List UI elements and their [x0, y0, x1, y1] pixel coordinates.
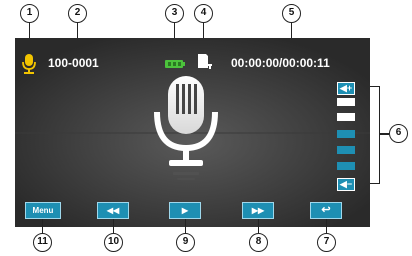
callout-11: 11 — [33, 233, 52, 252]
leader-7 — [326, 219, 327, 233]
battery-icon — [165, 60, 185, 68]
callout-7: 7 — [317, 233, 336, 252]
volume-level-3 — [337, 130, 355, 138]
callout-3: 3 — [165, 4, 184, 23]
volume-level-4 — [337, 146, 355, 154]
back-button[interactable]: ↩ — [310, 202, 342, 219]
volume-up-button[interactable]: ◀+ — [337, 82, 355, 95]
time-display: 00:00:00/00:00:11 — [231, 56, 330, 70]
volume-down-button[interactable]: ◀− — [337, 178, 355, 191]
volume-level-1 — [337, 98, 355, 106]
play-button[interactable]: ▶ — [169, 202, 201, 219]
callout-10: 10 — [104, 233, 123, 252]
volume-bracket — [370, 86, 380, 184]
leader-9 — [185, 219, 186, 233]
callout-6: 6 — [389, 124, 408, 143]
leader-8 — [258, 219, 259, 233]
microphone-icon — [22, 54, 36, 74]
leader-6 — [380, 133, 389, 135]
rewind-button[interactable]: ◀◀ — [97, 202, 129, 219]
callout-5: 5 — [282, 4, 301, 23]
file-number: 100-0001 — [48, 56, 99, 70]
callout-9: 9 — [176, 233, 195, 252]
large-microphone-icon — [154, 76, 218, 180]
leader-11 — [42, 219, 43, 233]
sd-card-icon — [198, 54, 212, 69]
leader-10 — [113, 219, 114, 233]
menu-button[interactable]: Menu — [25, 202, 61, 219]
volume-level-5 — [337, 162, 355, 170]
callout-8: 8 — [249, 233, 268, 252]
fast-forward-button[interactable]: ▶▶ — [242, 202, 274, 219]
callout-4: 4 — [194, 4, 213, 23]
callout-1: 1 — [20, 4, 39, 23]
callout-2: 2 — [68, 4, 87, 23]
device-screen: 100-0001 00:00:00/00:00:11 ◀+ ◀− Menu ◀◀… — [15, 38, 370, 227]
volume-level-2 — [337, 113, 355, 121]
